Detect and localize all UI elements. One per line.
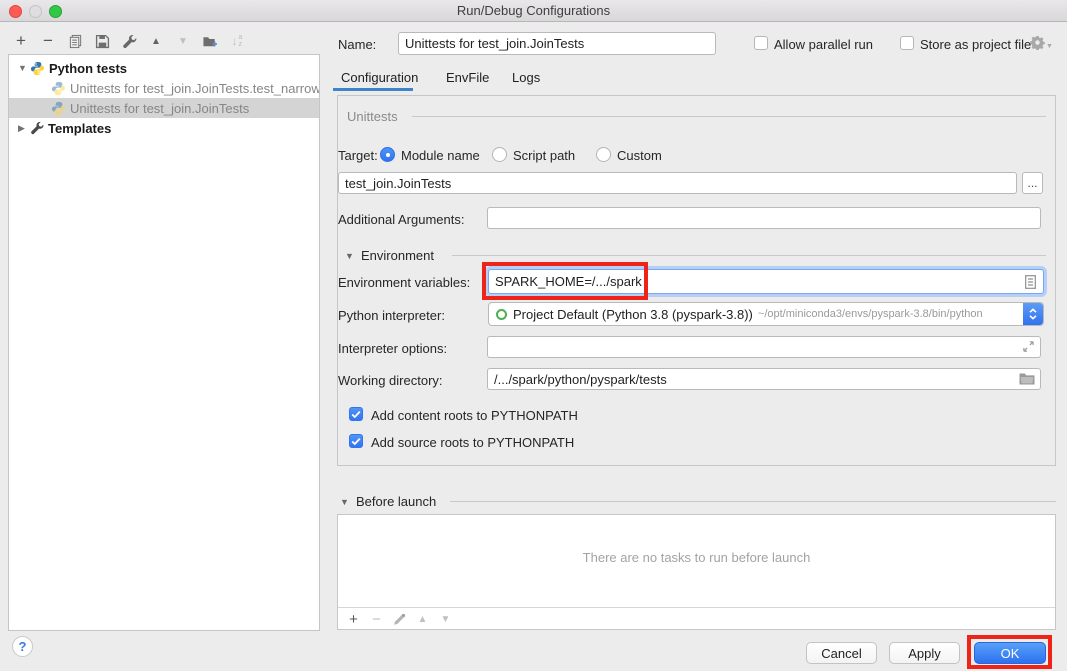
window-title: Run/Debug Configurations [0,3,1067,18]
combo-arrows-icon[interactable] [1023,303,1043,325]
python-test-icon [51,81,66,96]
target-custom-radio[interactable] [596,147,611,162]
interpreter-options-label: Interpreter options: [338,341,447,356]
tree-item-label: Unittests for test_join.JoinTests [70,101,249,116]
working-directory-label: Working directory: [338,373,443,388]
unittests-group-title: Unittests [347,109,398,124]
create-new-folder-icon[interactable] [199,30,221,52]
edit-templates-icon[interactable] [118,30,140,52]
folder-icon[interactable] [1019,372,1035,385]
tree-item-unittests-jointests[interactable]: Unittests for test_join.JoinTests [9,98,319,118]
allow-parallel-run-checkbox[interactable] [754,36,768,50]
environment-variables-input[interactable] [488,269,1044,294]
group-divider [412,116,1046,117]
section-divider [452,255,1046,256]
python-test-icon [51,101,66,116]
save-configuration-icon[interactable] [91,30,113,52]
configurations-tree: ▼ Python tests Unittests for test_join.J… [8,54,320,631]
before-launch-panel: There are no tasks to run before launch … [337,514,1056,630]
add-source-roots-label: Add source roots to PYTHONPATH [371,435,574,450]
tree-item-templates[interactable]: ▶ Templates [9,118,319,138]
copy-configuration-icon[interactable] [64,30,86,52]
additional-arguments-label: Additional Arguments: [338,212,464,227]
environment-collapse-icon[interactable]: ▼ [345,251,354,261]
target-module-name-radio[interactable] [380,147,395,162]
chevron-down-icon[interactable]: ▼ [18,63,28,73]
working-directory-input[interactable] [487,368,1041,390]
interpreter-value: Project Default (Python 3.8 (pyspark-3.8… [513,307,753,322]
name-label: Name: [338,37,376,52]
before-launch-empty-message: There are no tasks to run before launch [338,550,1055,565]
store-as-project-file-label: Store as project file [920,37,1031,52]
active-tab-indicator [333,88,413,91]
add-content-roots-label: Add content roots to PYTHONPATH [371,408,578,423]
target-script-path-label: Script path [513,148,575,163]
move-up-icon[interactable]: ▲ [145,30,167,52]
tree-item-label: Templates [48,121,111,136]
interpreter-options-input[interactable] [487,336,1041,358]
target-custom-label: Custom [617,148,662,163]
python-interpreter-label: Python interpreter: [338,308,445,323]
browse-variables-icon[interactable] [1025,275,1036,289]
environment-section-title: Environment [361,248,434,263]
add-task-icon[interactable]: + [345,611,362,628]
tree-item-label: Python tests [49,61,127,76]
target-script-path-radio[interactable] [492,147,507,162]
tree-item-label: Unittests for test_join.JoinTests.test_n… [70,81,319,96]
section-divider [450,501,1056,502]
remove-task-icon: − [368,611,385,628]
remove-configuration-icon[interactable]: − [37,30,59,52]
chevron-right-icon[interactable]: ▶ [18,123,28,134]
conda-env-icon [496,309,507,320]
tab-logs[interactable]: Logs [512,70,540,85]
tree-item-python-tests[interactable]: ▼ Python tests [9,58,319,78]
title-bar: Run/Debug Configurations [0,0,1067,22]
templates-wrench-icon [30,121,44,135]
browse-module-button[interactable]: ... [1022,172,1043,194]
tab-configuration[interactable]: Configuration [341,70,418,85]
environment-variables-label: Environment variables: [338,275,470,290]
add-source-roots-checkbox[interactable] [349,434,363,448]
store-as-project-file-checkbox[interactable] [900,36,914,50]
interpreter-path: ~/opt/miniconda3/envs/pyspark-3.8/bin/py… [758,308,983,320]
target-module-input[interactable] [338,172,1017,194]
before-launch-title: Before launch [356,494,436,509]
add-content-roots-checkbox[interactable] [349,407,363,421]
store-options-gear-icon[interactable]: ▼ [1030,35,1053,50]
before-launch-toolbar: + − ▲ ▼ [338,607,1055,630]
before-launch-collapse-icon[interactable]: ▼ [340,497,349,507]
apply-button[interactable]: Apply [889,642,960,664]
run-debug-configurations-dialog: Run/Debug Configurations + − ▲ ▼ ↓az ▼ P [0,0,1067,671]
tab-envfile[interactable]: EnvFile [446,70,489,85]
cancel-button[interactable]: Cancel [806,642,877,664]
target-label: Target: [338,148,378,163]
ok-button[interactable]: OK [974,642,1046,664]
help-button[interactable]: ? [12,636,33,657]
move-task-down-icon: ▼ [437,611,454,628]
additional-arguments-input[interactable] [487,207,1041,229]
move-down-icon: ▼ [172,30,194,52]
configurations-toolbar: + − ▲ ▼ ↓az [10,30,248,52]
expand-field-icon[interactable] [1022,340,1035,353]
python-tests-icon [30,61,45,76]
name-input[interactable] [398,32,716,55]
sort-configurations-icon: ↓az [226,30,248,52]
add-configuration-icon[interactable]: + [10,30,32,52]
target-module-name-label: Module name [401,148,480,163]
tree-item-unittests-test-narrow[interactable]: Unittests for test_join.JoinTests.test_n… [9,78,319,98]
edit-task-icon [391,611,408,628]
move-task-up-icon: ▲ [414,611,431,628]
python-interpreter-select[interactable]: Project Default (Python 3.8 (pyspark-3.8… [488,302,1044,326]
allow-parallel-run-label: Allow parallel run [774,37,873,52]
